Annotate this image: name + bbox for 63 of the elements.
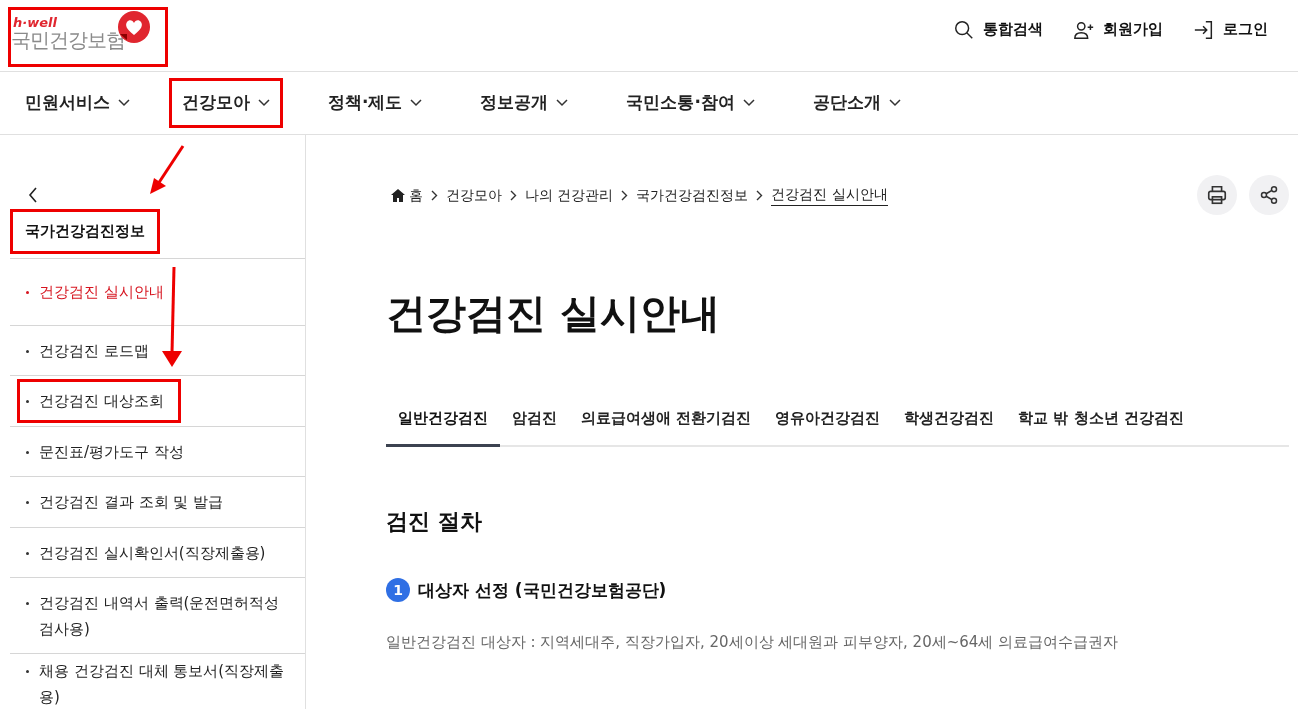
tab[interactable]: 의료급여생애 전환기검진 [569,407,764,447]
print-button[interactable] [1197,175,1237,215]
bullet-icon [26,601,29,605]
logo-tagline: h·well [13,15,57,29]
step-description: 일반건강검진 대상자 : 지역세대주, 직장가입자, 20세이상 세대원과 피부양자, 20세~64세 의료급여수급권자 [386,632,1120,653]
header-link[interactable]: 회원가입 [1073,18,1163,41]
nav-menu-item[interactable]: 정책·제도 [315,78,436,128]
breadcrumb-link[interactable]: 건강검진 실시안내 [771,184,888,206]
chevron-left-icon [28,187,38,203]
sidebar-menu-item[interactable]: 문진표/평가도구 작성 [17,429,297,474]
tab[interactable]: 영유아건강검진 [763,407,893,447]
breadcrumb-link[interactable]: 나의 건강관리 [525,184,614,206]
header-link[interactable]: 로그인 [1193,18,1268,41]
bullet-icon [26,291,29,294]
header-link[interactable]: 통합검색 [953,18,1043,41]
bullet-icon [26,349,29,353]
share-button[interactable] [1249,175,1289,215]
search-icon [953,18,975,41]
sidebar-title: 국가건강검진정보 [10,209,160,254]
chevron-down-icon [410,99,423,107]
step-title: 대상자 선정 (국민건강보험공단) [418,578,667,602]
sidebar-menu-item[interactable]: 건강검진 대상조회 [17,379,181,423]
tab[interactable]: 학생건강검진 [892,407,1007,447]
chevron-down-icon [258,99,270,107]
chevron-down-icon [118,99,130,107]
bullet-icon [26,501,29,504]
tab[interactable]: 학교 밖 청소년 건강검진 [1006,407,1196,447]
share-icon [1259,185,1279,205]
logo[interactable]: h·well 국민건강보험 [8,6,168,67]
sidebar-menu-item[interactable]: 건강검진 결과 조회 및 발급 [17,480,297,524]
tab[interactable]: 일반건강검진 [386,407,500,447]
sidebar-menu-item[interactable]: 건강검진 내역서 출력(운전면허적성검사용) [17,580,297,651]
chevron-down-icon [742,99,755,107]
nav-menu-item[interactable]: 정보공개 [467,78,582,128]
step-number: 1 [386,578,410,603]
chevron-right-icon [756,189,764,201]
chevron-down-icon [888,99,901,107]
chevron-right-icon [431,189,438,201]
bullet-icon [26,400,29,403]
bullet-icon [26,551,29,555]
nav-menu-item[interactable]: 건강모아 [169,78,283,128]
logo-text: 국민건강보험 [11,29,125,50]
chevron-right-icon [510,189,517,201]
login-arrow-icon [1193,18,1215,41]
breadcrumb-link[interactable]: 홈 [391,184,423,206]
sidebar-menu-item[interactable]: 채용 건강검진 대체 통보서(직장제출용) [17,648,297,709]
page-title: 건강검진 실시안내 [386,289,721,338]
nav-menu-item[interactable]: 공단소개 [799,78,914,128]
breadcrumb-link[interactable]: 국가건강검진정보 [636,184,749,206]
home-icon [391,188,405,202]
nav-menu-item[interactable]: 민원서비스 [12,78,143,128]
sidebar-menu-item[interactable]: 건강검진 로드맵 [17,328,297,373]
chevron-right-icon [621,189,629,201]
bullet-icon [26,450,29,454]
tab[interactable]: 암검진 [500,407,569,447]
breadcrumb-link[interactable]: 건강모아 [446,184,502,206]
nav-menu-item[interactable]: 국민소통·참여 [613,78,768,128]
sidebar-menu-item[interactable]: 건강검진 실시안내 [17,270,297,314]
bullet-icon [26,669,29,673]
section-title: 검진 절차 [386,507,483,536]
chevron-down-icon [556,99,569,107]
printer-icon [1206,184,1228,206]
sidebar-menu-item[interactable]: 건강검진 실시확인서(직장제출용) [17,530,297,575]
